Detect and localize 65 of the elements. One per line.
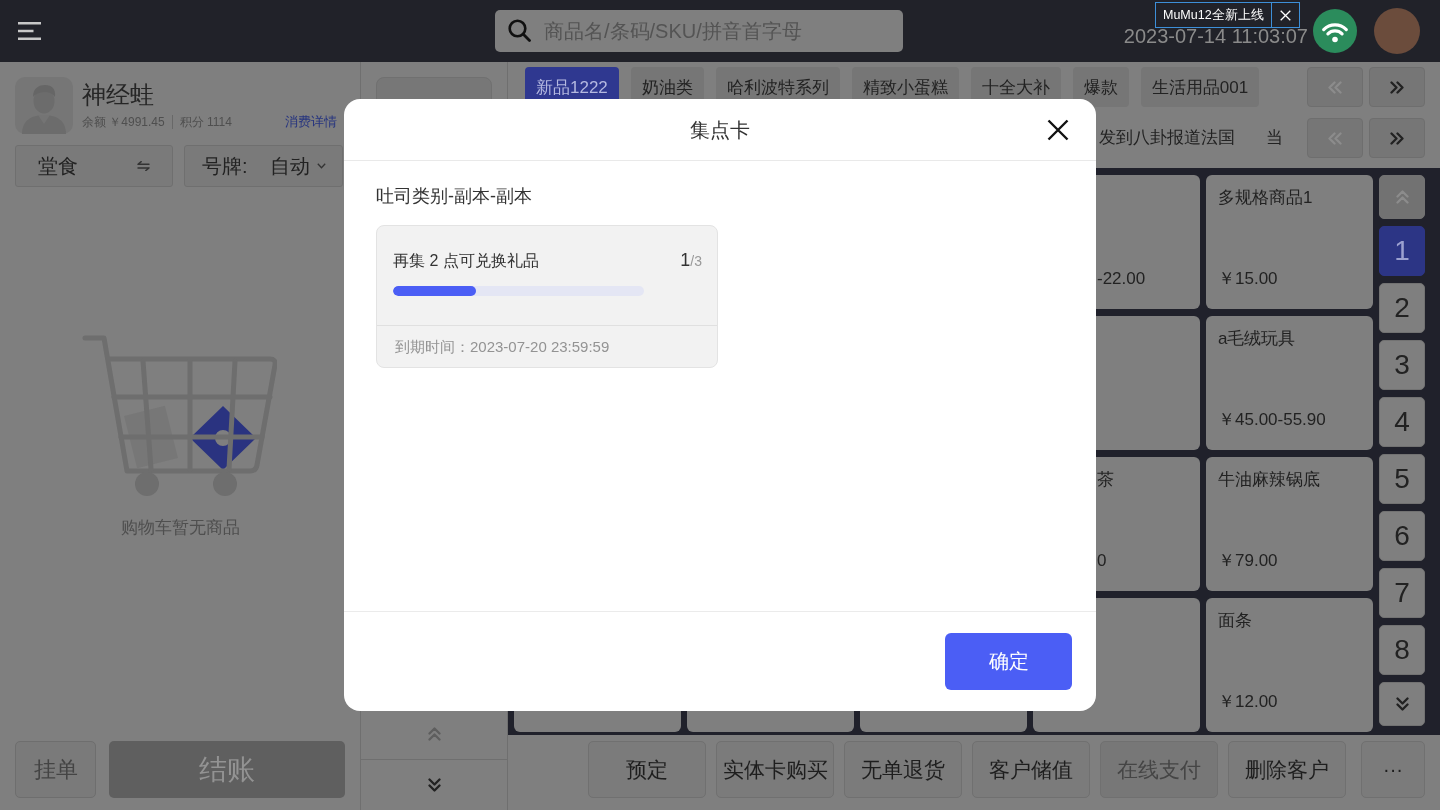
dialog-title: 集点卡 [690, 117, 750, 143]
page-number-button[interactable]: 1 [1379, 226, 1425, 276]
wifi-icon[interactable] [1313, 9, 1357, 53]
double-chevron-right-icon [1390, 131, 1404, 145]
product-price: ￥15.00 [1218, 269, 1279, 289]
more-button[interactable]: ··· [1361, 741, 1425, 798]
search-icon [508, 19, 531, 42]
avatar-icon [15, 77, 73, 134]
page-number-button[interactable]: 6 [1379, 511, 1425, 561]
dropdown-value: 自动 [269, 153, 310, 179]
action-button[interactable]: 预定 [588, 741, 706, 798]
next-page-button[interactable] [1369, 118, 1425, 158]
product-price: ￥79.00 [1218, 551, 1279, 571]
plate-number-dropdown[interactable]: 号牌: 自动 [184, 145, 343, 187]
next-page-button[interactable] [1369, 67, 1425, 107]
progress-message: 再集 2 点可兑换礼品 [393, 251, 539, 271]
swap-arrows-icon [137, 161, 150, 171]
order-type-button[interactable]: 堂食 [15, 145, 173, 187]
subcategory-tab[interactable]: 发到八卦报道法国 [1099, 118, 1235, 158]
expiry-text: 到期时间：2023-07-20 23:59:59 [394, 337, 611, 357]
page-number-button[interactable]: 2 [1379, 283, 1425, 333]
action-button[interactable]: 无单退货 [844, 741, 962, 798]
page-number-button[interactable]: 7 [1379, 568, 1425, 618]
confirm-button[interactable]: 确定 [945, 633, 1072, 690]
double-chevron-down-icon [427, 778, 441, 792]
close-button[interactable] [1047, 118, 1069, 141]
details-link[interactable]: 消费详情 [285, 114, 337, 130]
clock-text: 2023-07-14 11:03:07 [1123, 24, 1308, 48]
product-price: ￥12.00 [1218, 692, 1279, 712]
page-number-button[interactable]: 5 [1379, 454, 1425, 504]
product-name: a毛绒玩具 [1218, 329, 1297, 349]
product-name: 茶 [1097, 470, 1115, 490]
page-number-button[interactable]: 3 [1379, 340, 1425, 390]
product-price: ￥45.00-55.90 [1218, 410, 1327, 430]
action-button[interactable]: 实体卡购买 [716, 741, 834, 798]
page-number-button[interactable]: 4 [1379, 397, 1425, 447]
card-group-title: 吐司类别-副本-副本 [376, 185, 533, 208]
product-name: 多规格商品1 [1218, 188, 1314, 208]
customer-name: 神经蛙 [82, 80, 155, 110]
double-chevron-right-icon [1390, 80, 1404, 94]
product-card[interactable]: 多规格商品1 ￥15.00 [1206, 175, 1373, 309]
page-down-button[interactable] [1379, 682, 1425, 726]
product-card[interactable]: a毛绒玩具 ￥45.00-55.90 [1206, 316, 1373, 450]
double-chevron-down-icon [1395, 697, 1409, 711]
product-price: 0 [1097, 551, 1108, 571]
double-chevron-up-icon [1395, 190, 1409, 204]
close-icon [1279, 9, 1291, 21]
double-chevron-up-icon [427, 727, 441, 741]
chevron-down-icon [316, 163, 326, 169]
product-card[interactable]: 牛油麻辣锅底 ￥79.00 [1206, 457, 1373, 591]
avatar-photo[interactable] [1374, 8, 1420, 54]
page-number-button[interactable]: 8 [1379, 625, 1425, 675]
category-tab[interactable]: 爆款 [1072, 67, 1129, 107]
progress-count: 1/3 [680, 250, 702, 271]
product-price: -22.00 [1097, 269, 1147, 289]
product-card[interactable]: 面条 ￥12.00 [1206, 598, 1373, 732]
menu-icon[interactable] [18, 22, 41, 40]
action-button[interactable]: 客户储值 [972, 741, 1090, 798]
product-name: 牛油麻辣锅底 [1218, 470, 1321, 490]
subcategory-tab[interactable]: 当 [1266, 118, 1283, 158]
notice-text: MuMu12全新上线 [1156, 3, 1272, 27]
close-icon [1047, 118, 1069, 141]
category-tab[interactable]: 生活用品001 [1140, 67, 1260, 107]
action-button[interactable]: 删除客户 [1228, 741, 1346, 798]
product-name: 面条 [1218, 611, 1253, 631]
